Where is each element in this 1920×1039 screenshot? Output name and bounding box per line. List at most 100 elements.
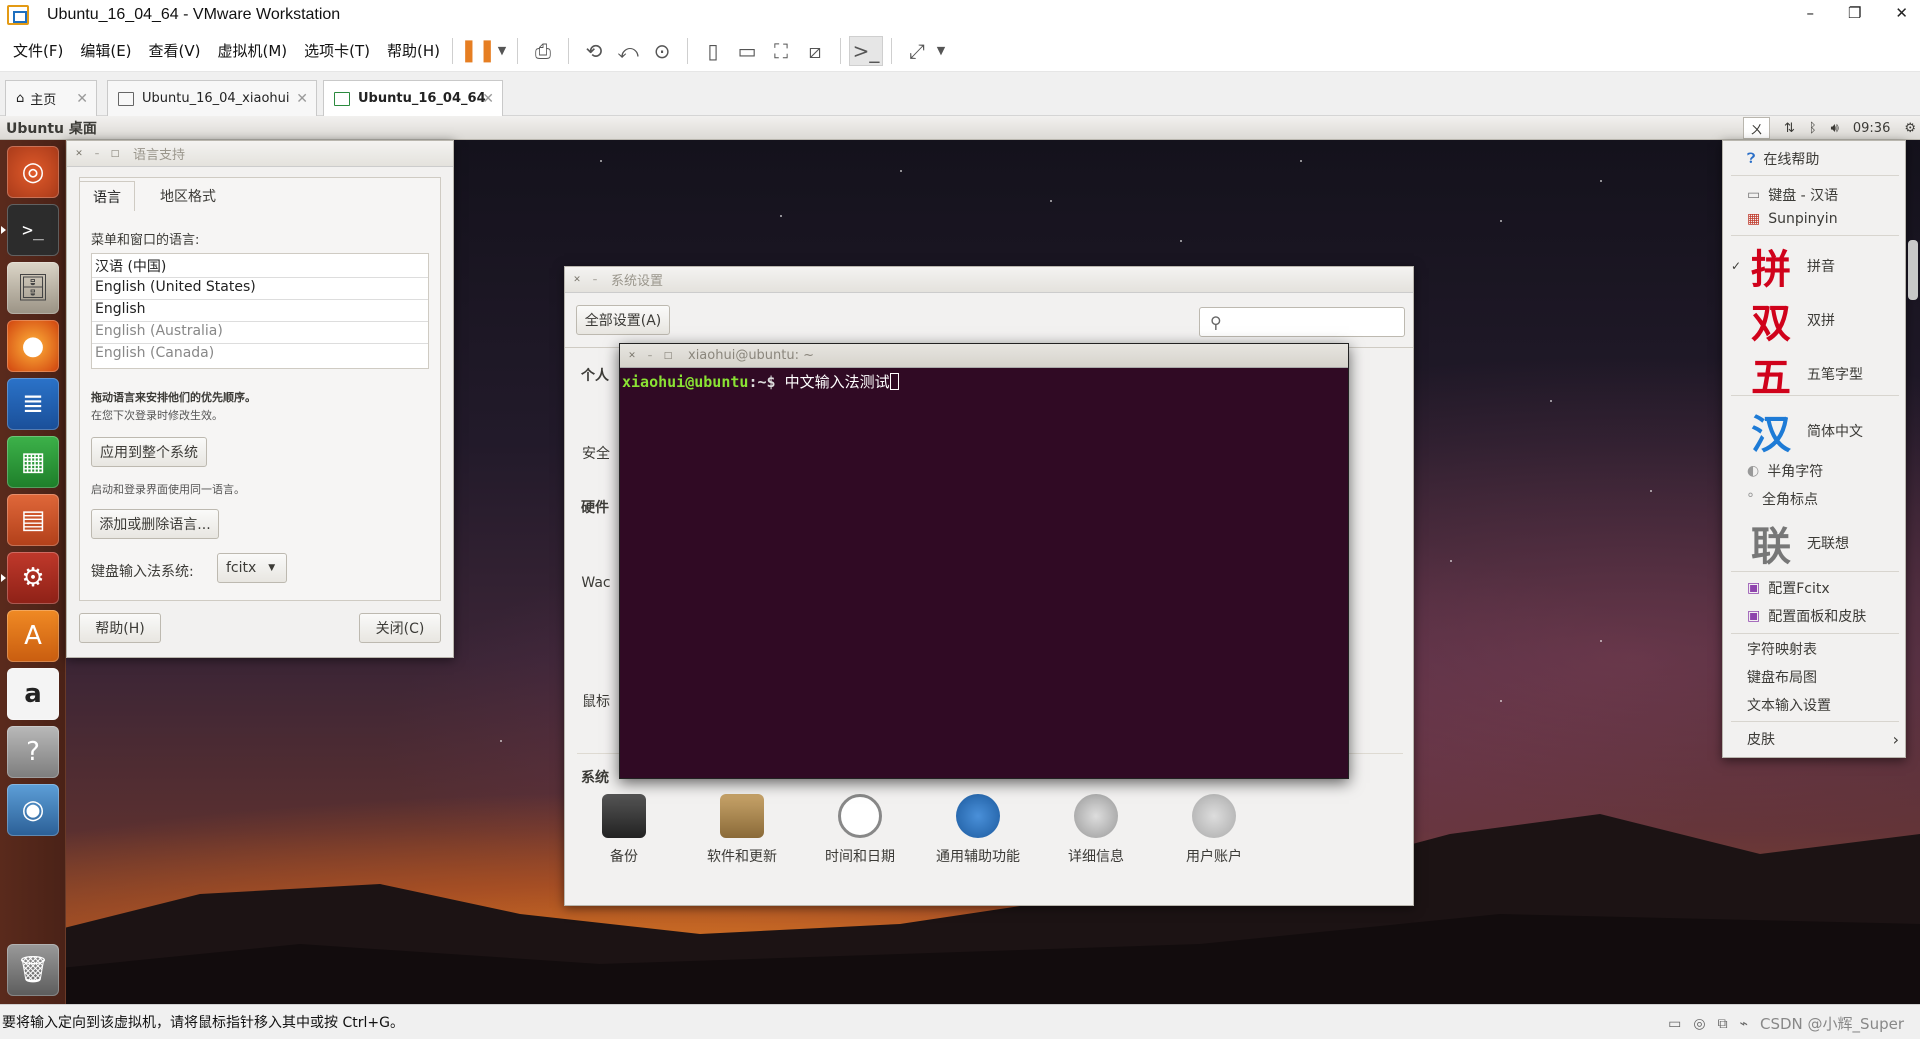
pause-icon[interactable]: ❚❚ [460,36,497,66]
menu-item-keyboard[interactable]: ▭ 键盘 - 汉语 [1723,183,1907,207]
apply-system-wide-button[interactable]: 应用到整个系统 [91,437,207,467]
menu-item-wubi[interactable]: 五五笔字型 [1723,347,1907,401]
terminal-prompt-line[interactable]: xiaohui@ubuntu:~$ 中文输入法测试 [620,368,1348,395]
firefox-icon[interactable]: ● [7,320,59,372]
menu-view[interactable]: 查看(V) [149,40,201,61]
language-list[interactable]: 汉语 (中国) English (United States) English … [91,253,429,369]
close-icon[interactable]: ✕ [626,350,638,362]
tab-home[interactable]: ⌂ 主页 ✕ [5,80,97,116]
minimize-icon[interactable]: – [589,274,601,286]
menu-item-config-fcitx[interactable]: ▣ 配置Fcitx [1723,575,1907,601]
list-item[interactable]: English (Australia) [92,322,428,344]
stretch-icon[interactable]: ⤢ [900,36,934,66]
cd-icon[interactable]: ◎ [1693,1016,1705,1032]
menu-item-config-skin[interactable]: ▣ 配置面板和皮肤 [1723,603,1907,629]
dash-home-icon[interactable]: ◎ [7,146,59,198]
menu-item-pinyin[interactable]: ✓ 拼拼音 [1723,239,1907,293]
maximize-icon[interactable]: □ [662,350,674,362]
minimize-icon[interactable]: – [644,350,656,362]
menu-item-keyboard-layout[interactable]: 键盘布局图 [1723,665,1907,689]
menu-item-no-prediction[interactable]: 联无联想 [1723,515,1907,571]
snapshot-manager-icon[interactable]: ⊙ [645,36,679,66]
help-button[interactable]: 帮助(H) [79,613,161,643]
menu-item-shuangpin[interactable]: 双双拼 [1723,293,1907,347]
calc-icon[interactable]: ▦ [7,436,59,488]
network-icon[interactable]: ⇅ [1784,121,1795,136]
files-app-icon[interactable]: 🗄︎ [7,262,59,314]
menu-edit[interactable]: 编辑(E) [80,40,131,61]
tab-language[interactable]: 语言 [79,181,135,211]
menu-item-fullpunct[interactable]: ° 全角标点 [1723,487,1907,511]
terminal-app-icon[interactable]: >_ [7,204,59,256]
snapshot-icon[interactable]: ⟲ [577,36,611,66]
menu-item-skin[interactable]: 皮肤 › [1723,727,1907,751]
trash-icon[interactable]: 🗑︎ [7,944,59,996]
menu-item-simplified[interactable]: 汉简体中文 [1723,401,1907,461]
menu-item-charmap[interactable]: 字符映射表 [1723,637,1907,661]
close-button[interactable]: 关闭(C) [359,613,441,643]
tab-ubuntu-64[interactable]: Ubuntu_16_04_64 ✕ [323,80,503,116]
search-input[interactable]: ⚲ [1199,307,1405,337]
accessibility-item[interactable]: 通用辅助功能 [923,794,1033,866]
usb-icon[interactable]: ⌁ [1740,1016,1748,1032]
menu-item-text-input[interactable]: 文本输入设置 [1723,693,1907,717]
dvd-icon[interactable]: ◉ [7,784,59,836]
sidebar-view-icon[interactable]: ▯ [696,36,730,66]
add-remove-language-button[interactable]: 添加或删除语言... [91,509,219,539]
revert-snapshot-icon[interactable]: ⤺ [611,36,645,66]
minimize-icon[interactable]: – [91,148,103,160]
clock[interactable]: 09:36 [1853,121,1890,136]
sunpinyin-icon: ▦ [1747,211,1761,227]
maximize-icon[interactable]: □ [109,148,121,160]
close-icon[interactable]: ✕ [571,274,583,286]
backup-item[interactable]: 备份 [569,794,679,866]
time-date-item[interactable]: 时间和日期 [805,794,915,866]
software-updates-item[interactable]: 软件和更新 [687,794,797,866]
close-icon[interactable]: ✕ [76,91,88,107]
scrollbar-thumb[interactable] [1908,240,1918,300]
close-icon[interactable]: ✕ [296,91,308,107]
amazon-icon[interactable]: a [7,668,59,720]
unity-icon[interactable]: ⧄ [798,36,832,66]
fullscreen-icon[interactable]: ⛶ [764,36,798,66]
console-view-icon[interactable]: >_ [849,35,884,66]
list-item[interactable]: 汉语 (中国) [92,254,428,278]
close-button[interactable]: ✕ [1895,4,1908,22]
close-icon[interactable]: ✕ [482,91,494,107]
send-ctrl-alt-del-icon[interactable]: ⎙ [526,36,560,66]
gear-icon[interactable]: ⚙ [1904,121,1916,136]
input-method-select[interactable]: fcitx ▼ [217,553,287,583]
list-item[interactable]: English [92,300,428,322]
close-icon[interactable]: ✕ [73,148,85,160]
menu-item-online-help[interactable]: ❓︎ 在线帮助 [1723,147,1907,171]
details-item[interactable]: 详细信息 [1041,794,1151,866]
tab-ubuntu-xiaohui[interactable]: Ubuntu_16_04_xiaohui ✕ [107,80,317,116]
chevron-down-icon[interactable]: ▼ [495,36,509,66]
impress-icon[interactable]: ▤ [7,494,59,546]
hdd-icon[interactable]: ▭ [1668,1016,1681,1032]
bluetooth-icon[interactable]: ᛒ [1809,121,1817,136]
list-item[interactable]: English (United States) [92,278,428,300]
menu-file[interactable]: 文件(F) [13,40,63,61]
maximize-button[interactable]: ❐ [1848,4,1861,22]
menu-tabs[interactable]: 选项卡(T) [304,40,370,61]
menu-help[interactable]: 帮助(H) [387,40,440,61]
menu-vm[interactable]: 虚拟机(M) [218,40,288,61]
writer-icon[interactable]: ≣ [7,378,59,430]
tab-regional-formats[interactable]: 地区格式 [143,181,233,211]
software-center-icon[interactable]: A [7,610,59,662]
all-settings-button[interactable]: 全部设置(A) [576,305,670,335]
menu-item-halfwidth[interactable]: ◐ 半角字符 [1723,459,1907,483]
network-adapter-icon[interactable]: ⧉ [1718,1016,1728,1032]
minimize-button[interactable]: – [1806,4,1814,22]
list-item[interactable]: English (Canada) [92,344,428,366]
menu-item-sunpinyin[interactable]: ▦ Sunpinyin [1723,207,1907,231]
fcitx-indicator-icon[interactable]: ㄨ [1742,117,1770,139]
volume-icon[interactable]: 🔊︎ [1831,121,1839,136]
terminal-window[interactable]: ✕ – □ xiaohui@ubuntu: ~ xiaohui@ubuntu:~… [619,343,1349,779]
system-settings-icon[interactable]: ⚙ [7,552,59,604]
user-accounts-item[interactable]: 用户账户 [1159,794,1269,866]
chevron-down-icon[interactable]: ▼ [934,36,948,66]
help-icon[interactable]: ? [7,726,59,778]
thumbnail-view-icon[interactable]: ▭ [730,36,764,66]
